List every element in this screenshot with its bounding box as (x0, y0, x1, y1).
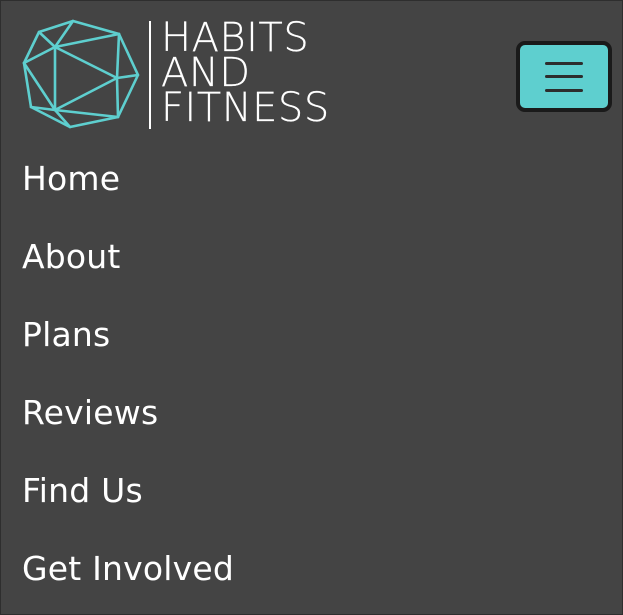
nav-link-reviews[interactable]: Reviews (22, 393, 158, 432)
hamburger-icon (545, 61, 583, 92)
menu-toggle-button[interactable] (516, 41, 612, 112)
nav-item-get-involved: Get Involved (22, 529, 234, 607)
hamburger-bar (545, 88, 583, 92)
hexagon-dice-icon (22, 19, 140, 129)
hamburger-bar (545, 75, 583, 78)
nav-link-home[interactable]: Home (22, 159, 120, 198)
nav-item-about: About (22, 217, 234, 295)
hamburger-bar (545, 61, 583, 65)
nav-item-home: Home (22, 139, 234, 217)
nav-link-about[interactable]: About (22, 237, 121, 276)
brand-divider (149, 21, 151, 129)
brand-line-3: FITNESS (161, 85, 330, 131)
nav-link-plans[interactable]: Plans (22, 315, 110, 354)
nav-item-find-us: Find Us (22, 451, 234, 529)
brand-logo-link[interactable]: HABITS AND FITNESS (21, 18, 330, 130)
nav-link-find-us[interactable]: Find Us (22, 471, 143, 510)
brand-wordmark: HABITS AND FITNESS (161, 18, 330, 131)
nav-menu: Home About Plans Reviews Find Us Get Inv… (22, 139, 234, 607)
nav-item-plans: Plans (22, 295, 234, 373)
nav-item-reviews: Reviews (22, 373, 234, 451)
nav-link-get-involved[interactable]: Get Involved (22, 549, 234, 588)
page: HABITS AND FITNESS Home About Plans Revi… (0, 0, 623, 615)
